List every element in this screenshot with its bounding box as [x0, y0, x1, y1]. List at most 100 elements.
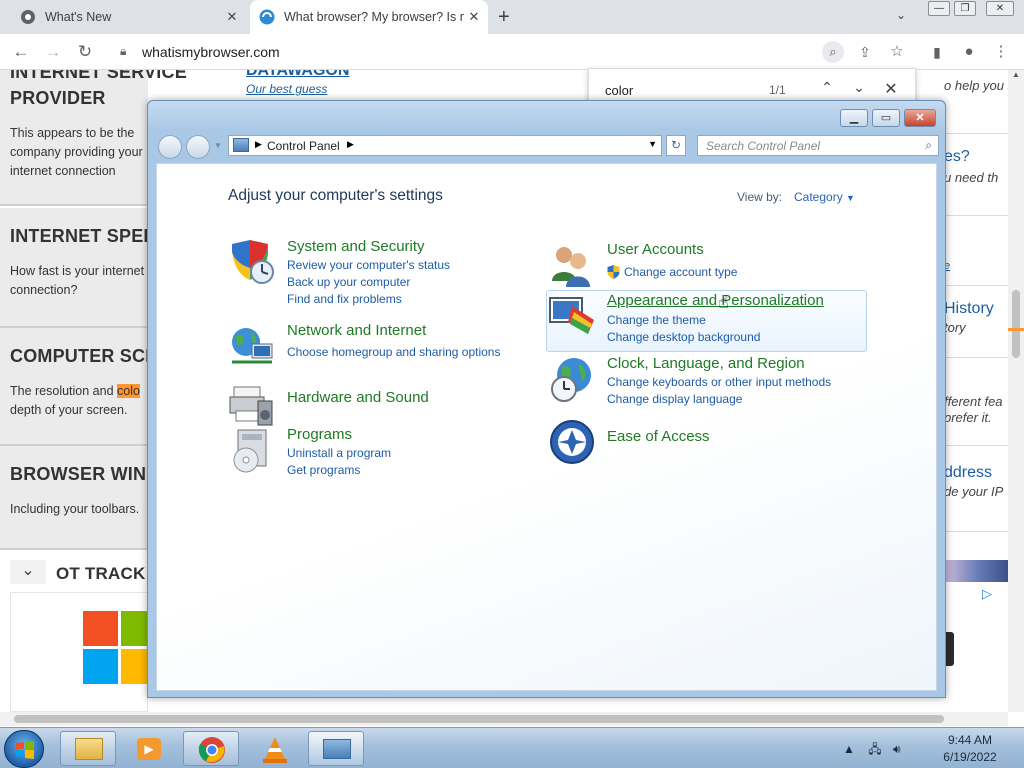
- media-player-taskbar-button[interactable]: ▶: [120, 731, 176, 766]
- category-link[interactable]: Change account type: [624, 265, 737, 279]
- category-link[interactable]: Change keyboards or other input methods: [607, 375, 831, 389]
- back-icon[interactable]: ←: [10, 41, 32, 63]
- bookmark-star-icon[interactable]: ☆: [886, 41, 908, 63]
- side-panel-icon[interactable]: ▮: [926, 41, 948, 63]
- find-count: 1/1: [769, 83, 786, 97]
- window-titlebar[interactable]: ▁ ▭ ✕: [148, 101, 945, 131]
- ad-button-edge[interactable]: [946, 632, 954, 666]
- view-by-label: View by:: [737, 190, 783, 204]
- right-snippet: History tory: [940, 286, 1008, 358]
- close-tab-icon[interactable]: ✕: [464, 9, 484, 25]
- category-link[interactable]: Change the theme: [607, 313, 706, 327]
- forward-icon[interactable]: →: [42, 41, 64, 63]
- breadcrumb-arrow-icon[interactable]: ▶: [347, 139, 354, 150]
- minimize-icon[interactable]: —: [928, 1, 950, 16]
- category-link[interactable]: Back up your computer: [287, 275, 410, 289]
- category-title[interactable]: Ease of Access: [607, 428, 710, 445]
- view-by-dropdown[interactable]: Category ▼: [794, 190, 855, 204]
- chevron-down-icon[interactable]: ⌄: [896, 8, 906, 22]
- category-title[interactable]: Appearance and Personalization: [607, 292, 824, 309]
- category-link[interactable]: Change display language: [607, 392, 742, 406]
- section-title: PROVIDER: [10, 88, 106, 108]
- explorer-taskbar-button[interactable]: [60, 731, 116, 766]
- page-vertical-scrollbar[interactable]: ▲: [1008, 70, 1024, 712]
- ad-image-strip: [946, 560, 1008, 582]
- profile-avatar-icon[interactable]: ●: [958, 41, 980, 63]
- chrome-icon: [198, 737, 225, 763]
- find-input[interactable]: color: [605, 83, 633, 98]
- clock-time: 9:44 AM: [947, 733, 993, 747]
- snippet-title[interactable]: es?: [944, 148, 970, 166]
- adchoices-icon[interactable]: ▷: [982, 586, 992, 602]
- tab-whatismybrowser[interactable]: What browser? My browser? Is m ✕: [250, 0, 488, 34]
- vlc-taskbar-button[interactable]: [246, 731, 302, 766]
- breadcrumb[interactable]: Control Panel: [267, 139, 340, 153]
- show-hidden-icons-icon[interactable]: ▲: [843, 742, 855, 756]
- close-tab-icon[interactable]: ✕: [222, 9, 242, 25]
- category-link[interactable]: Review your computer's status: [287, 258, 450, 272]
- find-icon[interactable]: ⌕: [822, 41, 844, 63]
- snippet-title[interactable]: History: [944, 300, 994, 318]
- breadcrumb-arrow-icon[interactable]: ▶: [255, 139, 262, 150]
- close-icon[interactable]: ✕: [881, 79, 901, 99]
- category-link[interactable]: Choose homegroup and sharing options: [287, 345, 500, 359]
- category-title[interactable]: Network and Internet: [287, 322, 426, 339]
- close-icon[interactable]: ✕: [904, 109, 936, 127]
- refresh-icon[interactable]: ↻: [666, 135, 686, 156]
- snippet-text: o help you so: [944, 78, 1008, 93]
- section-text: The resolution and colo depth of your scr…: [10, 382, 160, 420]
- snippet-title[interactable]: ddress: [944, 464, 992, 482]
- scrollbar-thumb[interactable]: [14, 715, 944, 723]
- category-title[interactable]: User Accounts: [607, 241, 704, 258]
- recent-pages-icon[interactable]: ▼: [214, 141, 222, 150]
- close-icon[interactable]: ✕: [986, 1, 1014, 16]
- clock[interactable]: 9:44 AM 6/19/2022: [930, 732, 1010, 766]
- printer-speaker-icon: [229, 386, 273, 426]
- chevron-down-icon[interactable]: ⌄: [10, 560, 46, 584]
- menu-icon[interactable]: ⋮: [990, 41, 1012, 63]
- network-icon[interactable]: 🖧︎: [868, 742, 881, 756]
- breadcrumb-bar[interactable]: ▶ Control Panel ▶ ▼: [228, 135, 662, 156]
- chrome-icon: [21, 10, 35, 24]
- chevron-down-icon[interactable]: ▼: [648, 139, 657, 149]
- start-button[interactable]: [4, 730, 44, 768]
- isp-link[interactable]: DATAWAGON: [246, 70, 349, 79]
- share-icon[interactable]: ⇪: [854, 41, 876, 63]
- chrome-taskbar-button[interactable]: [183, 731, 239, 766]
- text-run: The resolution and: [10, 384, 118, 398]
- new-tab-icon[interactable]: +: [498, 6, 510, 29]
- scrollbar-thumb[interactable]: [1012, 290, 1020, 358]
- best-guess-link[interactable]: Our best guess: [246, 82, 327, 96]
- network-globe-icon: [232, 328, 273, 364]
- find-highlight: colo: [117, 384, 140, 398]
- category-title[interactable]: System and Security: [287, 238, 425, 255]
- category-title[interactable]: Hardware and Sound: [287, 389, 429, 406]
- restore-icon[interactable]: ❐: [954, 1, 976, 16]
- category-link[interactable]: Change desktop background: [607, 330, 760, 344]
- minimize-icon[interactable]: ▁: [840, 109, 868, 127]
- forward-icon[interactable]: [186, 135, 210, 159]
- ad-banner[interactable]: [10, 592, 156, 712]
- page-horizontal-scrollbar[interactable]: [0, 712, 1008, 726]
- search-icon[interactable]: ⌕: [925, 138, 932, 153]
- section-text: This appears to be the company providing…: [10, 126, 143, 178]
- scroll-up-icon[interactable]: ▲: [1010, 70, 1022, 84]
- chevron-up-icon[interactable]: ⌃: [817, 79, 837, 99]
- category-link[interactable]: Uninstall a program: [287, 446, 391, 460]
- back-icon[interactable]: [158, 135, 182, 159]
- category-title[interactable]: Programs: [287, 426, 352, 443]
- maximize-icon[interactable]: ▭: [872, 109, 900, 127]
- category-link[interactable]: Find and fix problems: [287, 292, 402, 306]
- address-bar[interactable]: 🔒︎ whatismybrowser.com: [108, 39, 920, 65]
- control-panel-taskbar-button[interactable]: [308, 731, 364, 766]
- right-snippet: fferent fea prefer it.: [940, 358, 1008, 446]
- section-title: BROWSER WINI: [10, 464, 152, 484]
- category-link[interactable]: Get programs: [287, 463, 360, 477]
- search-control-panel-input[interactable]: Search Control Panel ⌕: [697, 135, 939, 156]
- chevron-down-icon[interactable]: ⌄: [849, 79, 869, 99]
- tab-whats-new[interactable]: What's New ✕: [0, 0, 246, 34]
- volume-icon[interactable]: 🔊︎: [893, 742, 901, 756]
- category-title[interactable]: Clock, Language, and Region: [607, 355, 805, 372]
- section-text: How fast is your internet connection?: [10, 264, 145, 297]
- reload-icon[interactable]: ↻: [74, 41, 96, 63]
